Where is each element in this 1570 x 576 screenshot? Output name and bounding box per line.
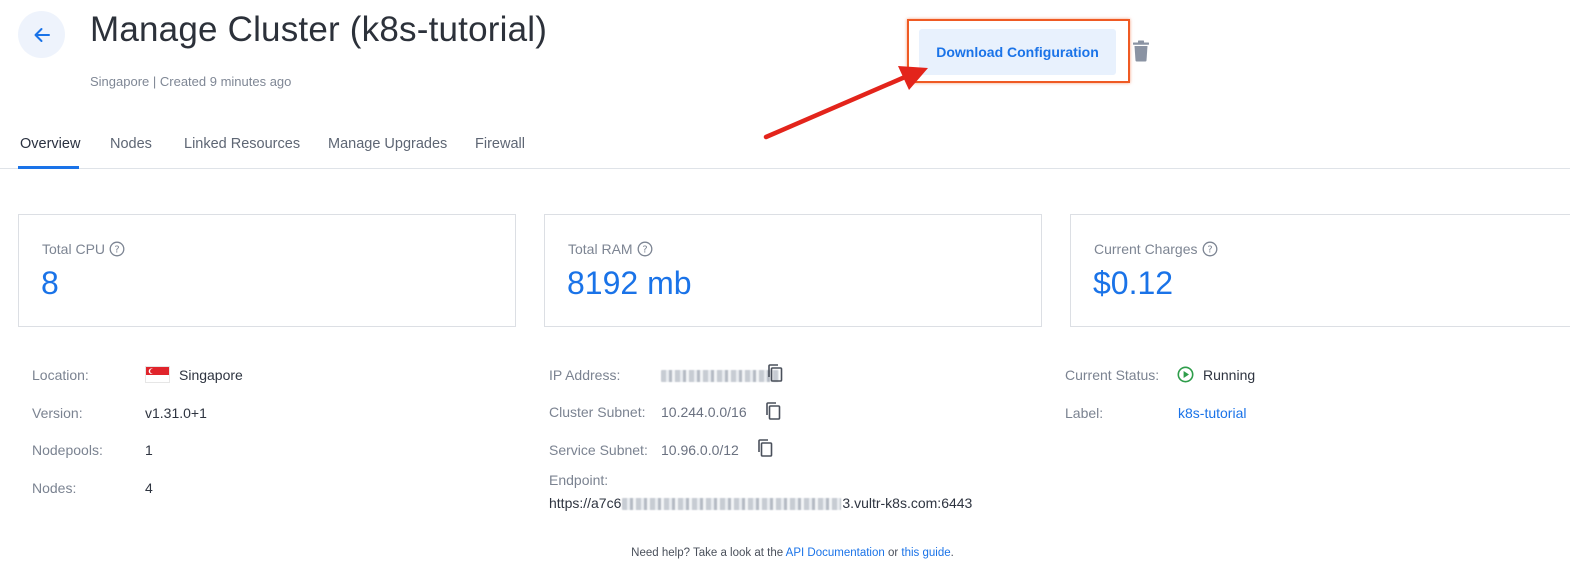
help-text: Need help? Take a look at the xyxy=(631,547,786,559)
endpoint-prefix: https://a7c6 xyxy=(549,495,622,511)
help-circle-icon[interactable]: ? xyxy=(109,241,125,257)
copy-icon[interactable] xyxy=(757,439,773,457)
label-value-link[interactable]: k8s-tutorial xyxy=(1178,405,1246,421)
svg-text:?: ? xyxy=(642,245,647,256)
label-label: Label: xyxy=(1065,405,1104,421)
copy-icon[interactable] xyxy=(765,402,781,420)
singapore-flag-icon xyxy=(145,366,170,383)
active-tab-indicator xyxy=(18,166,79,169)
tab-bar: Overview Nodes Linked Resources Manage U… xyxy=(0,126,1570,169)
page-subtitle: Singapore | Created 9 minutes ago xyxy=(90,74,292,89)
card-label: Total RAM xyxy=(568,241,633,257)
help-footer: Need help? Take a look at the API Docume… xyxy=(0,547,1570,559)
arrow-left-icon xyxy=(34,27,50,42)
back-button[interactable] xyxy=(18,11,65,58)
endpoint-suffix: 3.vultr-k8s.com:6443 xyxy=(842,495,973,511)
play-circle-icon xyxy=(1177,366,1194,383)
help-circle-icon[interactable]: ? xyxy=(637,241,653,257)
status-value: Running xyxy=(1203,367,1256,383)
nodes-label: Nodes: xyxy=(32,480,77,496)
current-status-label: Current Status: xyxy=(1065,367,1160,383)
version-value: v1.31.0+1 xyxy=(145,405,207,421)
nodepools-label: Nodepools: xyxy=(32,442,103,458)
cluster-subnet-label: Cluster Subnet: xyxy=(549,404,646,420)
version-label: Version: xyxy=(32,405,83,421)
download-configuration-button[interactable]: Download Configuration xyxy=(919,29,1116,75)
current-charges-card: Current Charges ? $0.12 xyxy=(1070,214,1570,327)
endpoint-value: https://a7c6 3.vultr-k8s.com:6443 xyxy=(549,495,972,511)
api-documentation-link[interactable]: API Documentation xyxy=(786,547,885,559)
card-value: 8192 mb xyxy=(567,265,692,301)
card-value: $0.12 xyxy=(1093,265,1174,301)
cluster-subnet-value: 10.244.0.0/16 xyxy=(661,404,747,420)
tab-overview[interactable]: Overview xyxy=(20,136,80,152)
page-title: Manage Cluster (k8s-tutorial) xyxy=(90,10,548,49)
this-guide-link[interactable]: this guide xyxy=(901,547,950,559)
card-label: Current Charges xyxy=(1094,241,1198,257)
help-circle-icon[interactable]: ? xyxy=(1202,241,1218,257)
nodes-value: 4 xyxy=(145,480,153,496)
endpoint-label: Endpoint: xyxy=(549,472,609,488)
nodepools-value: 1 xyxy=(145,442,153,458)
tab-manage-upgrades[interactable]: Manage Upgrades xyxy=(328,136,447,152)
svg-text:?: ? xyxy=(1207,245,1212,256)
trash-icon[interactable] xyxy=(1132,40,1150,62)
total-ram-card: Total RAM ? 8192 mb xyxy=(544,214,1042,327)
copy-icon[interactable] xyxy=(767,364,783,382)
card-label: Total CPU xyxy=(42,241,106,257)
location-value: Singapore xyxy=(179,367,243,383)
service-subnet-label: Service Subnet: xyxy=(549,442,648,458)
card-value: 8 xyxy=(41,265,59,301)
ip-address-label: IP Address: xyxy=(549,367,621,383)
total-cpu-card: Total CPU ? 8 xyxy=(18,214,516,327)
tab-nodes[interactable]: Nodes xyxy=(110,136,152,152)
service-subnet-value: 10.96.0.0/12 xyxy=(661,442,739,458)
tab-linked-resources[interactable]: Linked Resources xyxy=(184,136,300,152)
help-text: or xyxy=(884,547,902,559)
svg-text:?: ? xyxy=(114,245,119,256)
ip-address-value xyxy=(661,367,779,383)
tab-firewall[interactable]: Firewall xyxy=(475,136,525,152)
location-label: Location: xyxy=(32,367,89,383)
help-text: . xyxy=(950,547,954,559)
